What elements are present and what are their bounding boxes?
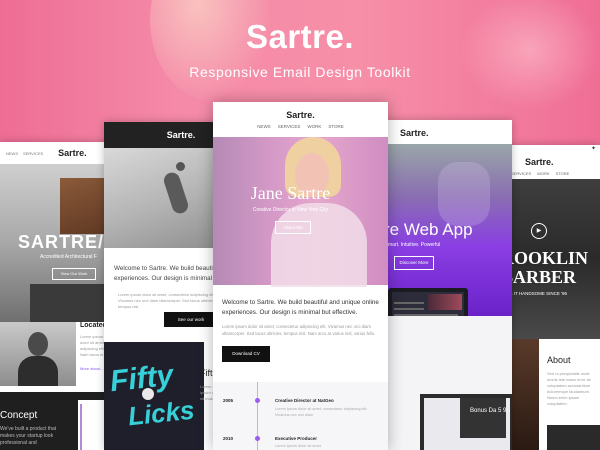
card2-hero-image xyxy=(104,148,224,248)
card1-nav-services[interactable]: SERVICES xyxy=(23,151,43,156)
runner-body xyxy=(161,170,191,216)
card5-subheading: G IT HANDSOME SINCE '96 xyxy=(509,291,568,296)
card5-about-text: Sed ut perspiciatis unde omnis iste natu… xyxy=(547,371,591,406)
timeline-year: 2005 xyxy=(223,398,234,403)
card2-see-work-button[interactable]: See our work xyxy=(164,312,218,327)
screen-photo xyxy=(428,294,462,310)
tablet-photo xyxy=(460,398,506,438)
template-preview-webapp[interactable]: Sartre. re Web App mart. Intuitive. Powe… xyxy=(384,120,512,450)
card4-discover-button[interactable]: Discover More xyxy=(394,256,434,270)
card1-hero-image: SARTRE/PA Accredited Architectural F Vie… xyxy=(0,164,112,322)
card5-menu-work[interactable]: WORK xyxy=(537,171,549,176)
card5-hero-image: ▶ ROOKLIN BARBER G IT HANDSOME SINCE '96 xyxy=(505,179,600,339)
card1-nav-news[interactable]: NEWS xyxy=(6,151,18,156)
card2-side-title: Fift xyxy=(200,368,213,378)
tablet-mockup: Bonus Da 5 9 xyxy=(420,394,512,450)
hero-title: Sartre. xyxy=(245,18,355,55)
card5-about-title: About xyxy=(547,355,571,365)
card1-subheading: Accredited Architectural F xyxy=(40,254,97,260)
timeline-job: Executive Producer xyxy=(275,436,318,441)
card2-album-art: Fifty Licks xyxy=(104,342,204,450)
card1-logo: Sartre. xyxy=(58,148,87,158)
card5-tools-photo xyxy=(547,425,600,450)
card1-view-work-button[interactable]: View Our Work xyxy=(52,268,96,280)
card3-menu-work[interactable]: WORK xyxy=(307,124,321,129)
timeline-dot xyxy=(255,398,260,403)
card3-menu-services[interactable]: SERVICES xyxy=(278,124,301,129)
template-preview-barber[interactable]: ✦ Sartre. SERVICES WORK STORE ▶ ROOKLIN … xyxy=(505,145,600,450)
screen-row xyxy=(394,308,424,310)
card4-heading: re Web App xyxy=(384,220,473,239)
card4-logo: Sartre. xyxy=(400,128,429,138)
template-preview-architecture[interactable]: NEWS SERVICES Sartre. SARTRE/PA Accredit… xyxy=(0,142,112,450)
tablet-text: Bonus Da 5 9 xyxy=(470,408,507,414)
card3-menu-news[interactable]: NEWS xyxy=(257,124,271,129)
template-preview-portfolio[interactable]: Sartre. NEWS SERVICES WORK STORE Jane Sa… xyxy=(213,102,388,450)
person-head xyxy=(28,332,48,356)
card3-lorem-text: Lorem ipsum dolor sit amet, consectetur … xyxy=(222,324,376,336)
card1-more-link[interactable]: More about... xyxy=(80,366,104,371)
card3-timeline: 2005 Creative Director at NatGeo Lorem i… xyxy=(213,382,388,450)
card5-logo: Sartre. xyxy=(525,157,554,167)
play-icon[interactable]: ▶ xyxy=(531,223,547,239)
play-icon[interactable] xyxy=(142,388,154,400)
card3-role: Creative Director in New York City xyxy=(252,207,329,213)
card3-menu: NEWS SERVICES WORK STORE xyxy=(213,124,388,129)
card5-menu: SERVICES WORK STORE xyxy=(511,171,569,176)
card1-concept-section: Concept We've built a product that makes… xyxy=(0,392,112,450)
person-body xyxy=(18,356,58,386)
card4-subheading: mart. Intuitive. Powerful xyxy=(388,242,441,248)
card3-menu-store[interactable]: STORE xyxy=(328,124,343,129)
card3-welcome-text: Welcome to Sartre. We build beautiful an… xyxy=(222,299,379,316)
card5-menu-services[interactable]: SERVICES xyxy=(511,171,531,176)
card3-logo: Sartre. xyxy=(286,110,315,120)
card5-heading: ROOKLIN BARBER xyxy=(505,248,589,287)
card2-logo: Sartre. xyxy=(104,122,224,148)
timeline-year: 2010 xyxy=(223,436,234,441)
portrait-body xyxy=(271,203,367,287)
card2-welcome-text: Welcome to Sartre. We build beautiful ex… xyxy=(114,265,220,282)
card5-menu-store[interactable]: STORE xyxy=(556,171,570,176)
card4-lower-section: Bonus Da 5 9 xyxy=(384,316,512,450)
timeline-job: Creative Director at NatGeo xyxy=(275,398,334,403)
card1-concept-text: We've built a product that makes your st… xyxy=(0,426,57,446)
card3-name: Jane Sartre xyxy=(250,183,331,203)
card1-nav: NEWS SERVICES Sartre. xyxy=(0,142,112,164)
card3-about-button[interactable]: About Me xyxy=(275,221,311,234)
card3-hero-image: Jane Sartre Creative Director in New Yor… xyxy=(213,137,388,287)
hero-subtitle: Responsive Email Design Toolkit xyxy=(189,64,411,80)
card1-located-title: Located xyxy=(80,322,107,329)
card2-lorem-text: Lorem ipsum dolor sit amet, consectetur … xyxy=(118,292,216,309)
card2-art-line2: Licks xyxy=(126,394,196,432)
card4-hero-image: re Web App mart. Intuitive. Powerful Dis… xyxy=(384,144,512,334)
timeline-text: Lorem ipsum dolor sit amet, consectetur … xyxy=(275,407,368,417)
timeline-text: Lorem ipsum dolor sit amet xyxy=(275,444,321,448)
card1-person-photo xyxy=(0,322,76,386)
twitter-icon[interactable]: ✦ xyxy=(591,145,596,152)
timeline-dot xyxy=(255,436,260,441)
template-preview-agency[interactable]: Sartre. Welcome to Sartre. We build beau… xyxy=(104,122,224,450)
card1-concept-title: Concept xyxy=(0,410,38,421)
card1-heading: SARTRE/PA xyxy=(18,232,112,252)
hand-graphic xyxy=(438,162,490,226)
card3-download-cv-button[interactable]: Download CV xyxy=(222,346,270,362)
runner-head xyxy=(176,162,185,171)
card1-building-base xyxy=(30,284,112,322)
screen-row xyxy=(394,302,424,304)
